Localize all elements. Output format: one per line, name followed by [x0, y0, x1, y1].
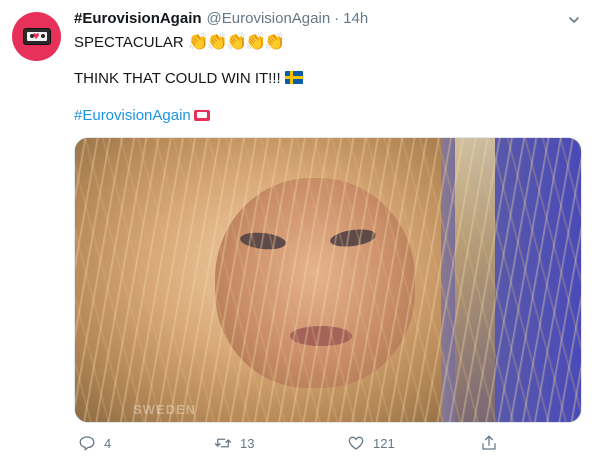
- tweet-timestamp[interactable]: 14h: [343, 10, 368, 27]
- user-handle[interactable]: @EurovisionAgain: [207, 10, 331, 27]
- tweet-media-image[interactable]: SWEDEN: [74, 137, 582, 423]
- tweet-header: #EurovisionAgain @EurovisionAgain · 14h: [74, 10, 368, 30]
- tweet-text-line2: THINK THAT COULD WIN IT!!!: [74, 69, 303, 89]
- share-icon: [482, 435, 496, 450]
- avatar[interactable]: ♥: [12, 12, 61, 61]
- tweet-text-spectacular: SPECTACULAR: [74, 34, 184, 51]
- like-count: 121: [373, 435, 395, 451]
- retweet-button[interactable]: 13: [214, 432, 254, 454]
- retweet-icon: [214, 438, 232, 448]
- tweet-text-win: THINK THAT COULD WIN IT!!!: [74, 70, 281, 87]
- cassette-emoji-icon: [193, 110, 210, 121]
- media-watermark: SWEDEN: [133, 402, 197, 417]
- clapping-hands-emoji: 👏👏👏👏👏: [187, 32, 286, 52]
- reply-icon: [79, 436, 95, 451]
- tweet-text-line1: SPECTACULAR 👏👏👏👏👏: [74, 32, 286, 53]
- cassette-heart-icon: ♥: [22, 28, 51, 45]
- reply-count: 4: [104, 435, 112, 451]
- reply-button[interactable]: 4: [78, 432, 111, 454]
- separator-dot: ·: [334, 10, 340, 27]
- share-button[interactable]: [480, 432, 498, 454]
- hashtag-link[interactable]: #EurovisionAgain: [74, 107, 191, 124]
- retweet-count: 13: [240, 435, 255, 451]
- tweet[interactable]: ♥ #EurovisionAgain @EurovisionAgain · 14…: [0, 0, 598, 462]
- tweet-actions: 4 13 121: [74, 432, 582, 454]
- tweet-text-line3: #EurovisionAgain: [74, 106, 210, 126]
- chevron-down-icon[interactable]: [566, 12, 582, 28]
- like-button[interactable]: 121: [347, 432, 395, 454]
- heart-icon: [348, 436, 364, 450]
- display-name[interactable]: #EurovisionAgain: [74, 10, 202, 27]
- sweden-flag-icon: [284, 71, 303, 84]
